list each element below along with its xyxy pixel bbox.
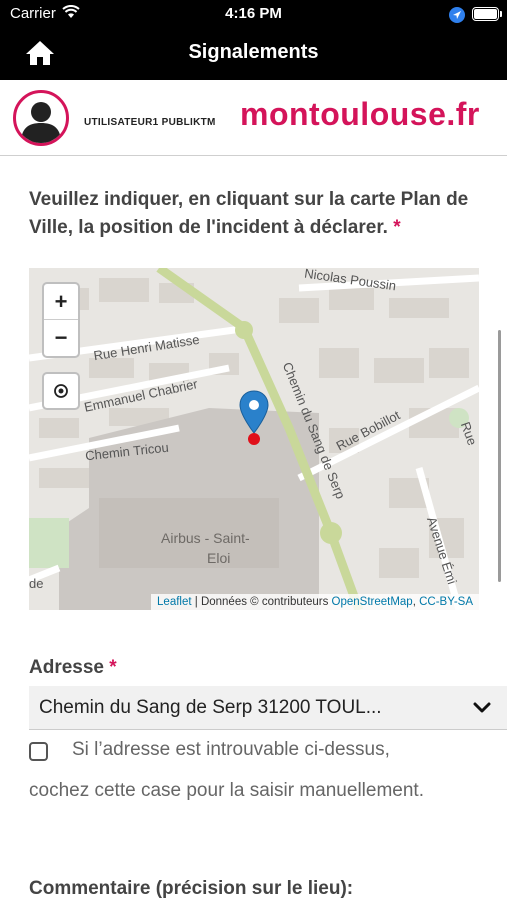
- attribution-text: | Données © contributeurs: [191, 596, 332, 608]
- zoom-out-button[interactable]: −: [44, 320, 78, 356]
- address-label: Adresse *: [29, 657, 117, 679]
- map-instruction: Veuillez indiquer, en cliquant sur la ca…: [29, 186, 469, 242]
- clock: 4:16 PM: [225, 5, 282, 22]
- nav-bar: Signalements: [0, 28, 507, 80]
- address-value: Chemin du Sang de Serp 31200 TOUL...: [39, 697, 382, 718]
- locate-button[interactable]: [42, 372, 80, 410]
- battery-tip: [500, 11, 502, 17]
- battery-icon: [472, 7, 499, 21]
- manual-address-text: Si l’adresse est introuvable ci-dessus, …: [29, 736, 469, 805]
- brand-header: UTILISATEUR1 PUBLIKTM montoulouse.fr: [0, 80, 507, 156]
- map-attribution: Leaflet | Données © contributeurs OpenSt…: [151, 594, 479, 610]
- scrollbar[interactable]: [498, 330, 501, 582]
- user-name: UTILISATEUR1 PUBLIKTM: [84, 117, 216, 128]
- status-bar: Carrier 4:16 PM: [0, 0, 507, 28]
- manual-address-line1: Si l’adresse est introuvable ci-dessus,: [72, 739, 390, 760]
- street-label: de: [29, 576, 44, 591]
- location-marker-icon[interactable]: [238, 390, 270, 446]
- place-label: Eloi: [207, 550, 231, 566]
- address-select[interactable]: Chemin du Sang de Serp 31200 TOUL...: [29, 686, 507, 730]
- license-link[interactable]: CC-BY-SA: [419, 596, 473, 608]
- zoom-in-button[interactable]: +: [44, 284, 78, 320]
- user-silhouette-icon: [21, 102, 61, 143]
- page-title: Signalements: [188, 41, 319, 63]
- required-mark: *: [109, 657, 117, 678]
- location-arrow-icon: [449, 7, 465, 23]
- locate-icon: [54, 384, 68, 398]
- map-instruction-text: Veuillez indiquer, en cliquant sur la ca…: [29, 189, 469, 238]
- comment-label: Commentaire (précision sur le lieu):: [29, 878, 354, 899]
- manual-address-line2: cochez cette case pour la saisir manuell…: [29, 780, 424, 801]
- zoom-control: + −: [42, 282, 80, 358]
- place-label: Airbus - Saint-: [161, 530, 250, 546]
- avatar[interactable]: [13, 90, 69, 146]
- location-map[interactable]: Nicolas Poussin Rue Henri Matisse Emmanu…: [29, 268, 479, 610]
- chevron-down-icon: [473, 702, 491, 713]
- osm-link[interactable]: OpenStreetMap: [332, 596, 413, 608]
- address-label-text: Adresse: [29, 657, 104, 678]
- required-mark: *: [393, 217, 401, 238]
- leaflet-link[interactable]: Leaflet: [157, 596, 192, 608]
- brand-logo: montoulouse.fr: [240, 96, 480, 132]
